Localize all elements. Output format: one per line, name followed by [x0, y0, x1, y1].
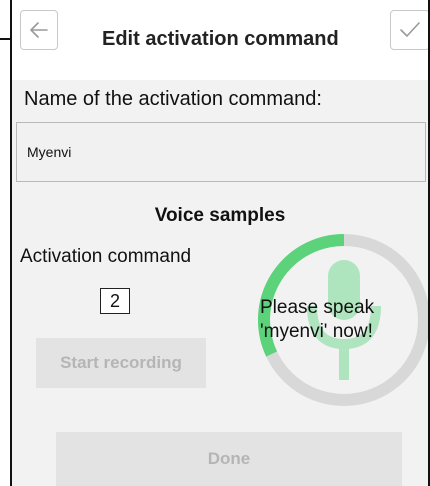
app-header: Edit activation command — [12, 0, 428, 80]
sample-count: 2 — [100, 288, 130, 314]
confirm-button[interactable] — [390, 10, 428, 50]
name-label: Name of the activation command: — [24, 88, 322, 110]
check-icon — [400, 22, 420, 37]
speak-prompt: Please speak 'myenvi' now! — [260, 297, 375, 342]
app-screen: Edit activation command Name of the acti… — [10, 0, 430, 486]
voice-samples-title: Voice samples — [154, 205, 286, 226]
back-button[interactable] — [20, 10, 58, 50]
command-name-input[interactable] — [16, 122, 426, 182]
done-button[interactable]: Done — [56, 432, 402, 486]
start-recording-button[interactable]: Start recording — [36, 338, 206, 388]
activation-command-label: Activation command — [20, 246, 192, 267]
page-title: Edit activation command — [102, 28, 339, 50]
arrow-left-icon — [30, 22, 48, 38]
